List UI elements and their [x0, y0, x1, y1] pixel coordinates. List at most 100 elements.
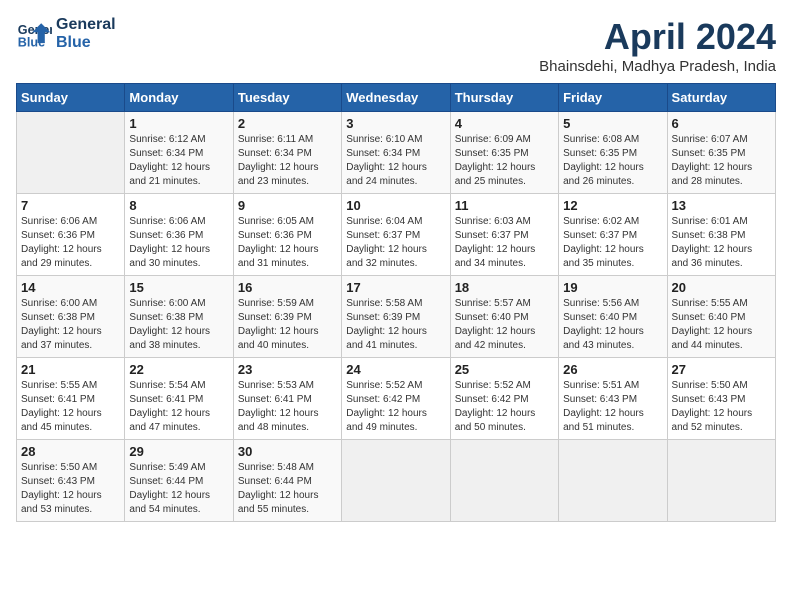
calendar-day-cell: 29 Sunrise: 5:49 AM Sunset: 6:44 PM Dayli… [125, 440, 233, 522]
calendar-week-row: 21 Sunrise: 5:55 AM Sunset: 6:41 PM Dayli… [17, 358, 776, 440]
day-info: Sunrise: 5:53 AM Sunset: 6:41 PM Dayligh… [238, 379, 337, 435]
calendar-day-cell: 1Sunrise: 6:12 AM Sunset: 6:34 PM Daylig… [125, 112, 233, 194]
title-area: April 2024 Bhainsdehi, Madhya Pradesh, I… [539, 16, 776, 75]
calendar-day-cell: 22 Sunrise: 5:54 AM Sunset: 6:41 PM Dayli… [125, 358, 233, 440]
day-info: Sunrise: 6:07 AM Sunset: 6:35 PM Dayligh… [672, 133, 771, 189]
day-info: Sunrise: 5:52 AM Sunset: 6:42 PM Dayligh… [346, 379, 445, 435]
calendar-week-row: 14 Sunrise: 6:00 AM Sunset: 6:38 PM Dayli… [17, 276, 776, 358]
logo-blue: Blue [56, 34, 116, 52]
day-number: 12 [563, 198, 662, 213]
day-info: Sunrise: 5:58 AM Sunset: 6:39 PM Dayligh… [346, 297, 445, 353]
calendar-day-cell: 2 Sunrise: 6:11 AM Sunset: 6:34 PM Daylig… [233, 112, 341, 194]
day-info: Sunrise: 6:11 AM Sunset: 6:34 PM Dayligh… [238, 133, 337, 189]
day-number: 1 [129, 116, 228, 131]
calendar-day-cell: 20Sunrise: 5:55 AM Sunset: 6:40 PM Dayli… [667, 276, 775, 358]
day-number: 9 [238, 198, 337, 213]
calendar-day-cell [450, 440, 558, 522]
day-info: Sunrise: 6:04 AM Sunset: 6:37 PM Dayligh… [346, 215, 445, 271]
day-number: 23 [238, 362, 337, 377]
day-number: 3 [346, 116, 445, 131]
weekday-header: Friday [559, 84, 667, 112]
weekday-header: Saturday [667, 84, 775, 112]
day-number: 24 [346, 362, 445, 377]
calendar-title: April 2024 [539, 16, 776, 58]
day-info: Sunrise: 6:00 AM Sunset: 6:38 PM Dayligh… [129, 297, 228, 353]
day-info: Sunrise: 6:03 AM Sunset: 6:37 PM Dayligh… [455, 215, 554, 271]
day-info: Sunrise: 5:50 AM Sunset: 6:43 PM Dayligh… [672, 379, 771, 435]
day-info: Sunrise: 6:09 AM Sunset: 6:35 PM Dayligh… [455, 133, 554, 189]
day-info: Sunrise: 6:10 AM Sunset: 6:34 PM Dayligh… [346, 133, 445, 189]
weekday-header: Thursday [450, 84, 558, 112]
day-info: Sunrise: 6:01 AM Sunset: 6:38 PM Dayligh… [672, 215, 771, 271]
calendar-day-cell: 8 Sunrise: 6:06 AM Sunset: 6:36 PM Daylig… [125, 194, 233, 276]
day-number: 11 [455, 198, 554, 213]
day-number: 25 [455, 362, 554, 377]
day-info: Sunrise: 5:54 AM Sunset: 6:41 PM Dayligh… [129, 379, 228, 435]
day-number: 27 [672, 362, 771, 377]
day-number: 2 [238, 116, 337, 131]
day-number: 18 [455, 280, 554, 295]
day-number: 26 [563, 362, 662, 377]
calendar-day-cell: 19 Sunrise: 5:56 AM Sunset: 6:40 PM Dayli… [559, 276, 667, 358]
logo-general: General [56, 16, 116, 34]
calendar-day-cell: 18 Sunrise: 5:57 AM Sunset: 6:40 PM Dayli… [450, 276, 558, 358]
calendar-day-cell: 16Sunrise: 5:59 AM Sunset: 6:39 PM Dayli… [233, 276, 341, 358]
weekday-header: Wednesday [342, 84, 450, 112]
calendar-day-cell: 17 Sunrise: 5:58 AM Sunset: 6:39 PM Dayli… [342, 276, 450, 358]
calendar-day-cell: 21 Sunrise: 5:55 AM Sunset: 6:41 PM Dayli… [17, 358, 125, 440]
calendar-table: SundayMondayTuesdayWednesdayThursdayFrid… [16, 83, 776, 522]
logo: General Blue General Blue [16, 16, 116, 52]
calendar-day-cell [17, 112, 125, 194]
calendar-day-cell: 4 Sunrise: 6:09 AM Sunset: 6:35 PM Daylig… [450, 112, 558, 194]
day-info: Sunrise: 6:05 AM Sunset: 6:36 PM Dayligh… [238, 215, 337, 271]
day-number: 4 [455, 116, 554, 131]
day-number: 10 [346, 198, 445, 213]
day-info: Sunrise: 5:49 AM Sunset: 6:44 PM Dayligh… [129, 461, 228, 517]
day-number: 30 [238, 444, 337, 459]
day-number: 22 [129, 362, 228, 377]
day-info: Sunrise: 5:59 AM Sunset: 6:39 PM Dayligh… [238, 297, 337, 353]
day-info: Sunrise: 6:08 AM Sunset: 6:35 PM Dayligh… [563, 133, 662, 189]
calendar-day-cell: 26Sunrise: 5:51 AM Sunset: 6:43 PM Dayli… [559, 358, 667, 440]
day-number: 19 [563, 280, 662, 295]
calendar-week-row: 28Sunrise: 5:50 AM Sunset: 6:43 PM Dayli… [17, 440, 776, 522]
calendar-subtitle: Bhainsdehi, Madhya Pradesh, India [539, 58, 776, 75]
calendar-day-cell: 5Sunrise: 6:08 AM Sunset: 6:35 PM Daylig… [559, 112, 667, 194]
day-number: 14 [21, 280, 120, 295]
calendar-day-cell: 23 Sunrise: 5:53 AM Sunset: 6:41 PM Dayli… [233, 358, 341, 440]
day-info: Sunrise: 6:06 AM Sunset: 6:36 PM Dayligh… [129, 215, 228, 271]
day-info: Sunrise: 5:57 AM Sunset: 6:40 PM Dayligh… [455, 297, 554, 353]
calendar-day-cell [559, 440, 667, 522]
day-info: Sunrise: 5:56 AM Sunset: 6:40 PM Dayligh… [563, 297, 662, 353]
day-number: 13 [672, 198, 771, 213]
day-info: Sunrise: 6:06 AM Sunset: 6:36 PM Dayligh… [21, 215, 120, 271]
day-number: 15 [129, 280, 228, 295]
calendar-day-cell: 11 Sunrise: 6:03 AM Sunset: 6:37 PM Dayli… [450, 194, 558, 276]
calendar-header: SundayMondayTuesdayWednesdayThursdayFrid… [17, 84, 776, 112]
calendar-day-cell: 12Sunrise: 6:02 AM Sunset: 6:37 PM Dayli… [559, 194, 667, 276]
header: General Blue General Blue April 2024 Bha… [16, 16, 776, 75]
weekday-header: Monday [125, 84, 233, 112]
day-info: Sunrise: 5:55 AM Sunset: 6:41 PM Dayligh… [21, 379, 120, 435]
calendar-day-cell: 3 Sunrise: 6:10 AM Sunset: 6:34 PM Daylig… [342, 112, 450, 194]
calendar-day-cell: 13 Sunrise: 6:01 AM Sunset: 6:38 PM Dayli… [667, 194, 775, 276]
calendar-week-row: 1Sunrise: 6:12 AM Sunset: 6:34 PM Daylig… [17, 112, 776, 194]
day-number: 28 [21, 444, 120, 459]
calendar-day-cell: 27 Sunrise: 5:50 AM Sunset: 6:43 PM Dayli… [667, 358, 775, 440]
day-info: Sunrise: 5:52 AM Sunset: 6:42 PM Dayligh… [455, 379, 554, 435]
calendar-day-cell: 6 Sunrise: 6:07 AM Sunset: 6:35 PM Daylig… [667, 112, 775, 194]
day-number: 6 [672, 116, 771, 131]
calendar-day-cell: 30Sunrise: 5:48 AM Sunset: 6:44 PM Dayli… [233, 440, 341, 522]
weekday-header: Tuesday [233, 84, 341, 112]
day-number: 17 [346, 280, 445, 295]
day-number: 8 [129, 198, 228, 213]
calendar-week-row: 7Sunrise: 6:06 AM Sunset: 6:36 PM Daylig… [17, 194, 776, 276]
day-number: 29 [129, 444, 228, 459]
calendar-day-cell: 24 Sunrise: 5:52 AM Sunset: 6:42 PM Dayli… [342, 358, 450, 440]
day-info: Sunrise: 5:55 AM Sunset: 6:40 PM Dayligh… [672, 297, 771, 353]
day-info: Sunrise: 6:00 AM Sunset: 6:38 PM Dayligh… [21, 297, 120, 353]
calendar-day-cell: 14 Sunrise: 6:00 AM Sunset: 6:38 PM Dayli… [17, 276, 125, 358]
calendar-day-cell: 15 Sunrise: 6:00 AM Sunset: 6:38 PM Dayli… [125, 276, 233, 358]
day-number: 21 [21, 362, 120, 377]
weekday-header: Sunday [17, 84, 125, 112]
